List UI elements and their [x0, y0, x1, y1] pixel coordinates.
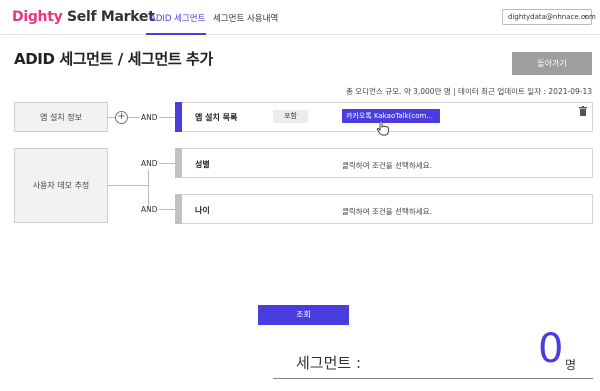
condition-row-age[interactable]: 나이 클릭하여 조건을 선택하세요.: [175, 194, 593, 224]
nav-adid-segment[interactable]: ADID 세그먼트: [150, 12, 205, 24]
query-button[interactable]: 조회: [258, 305, 349, 325]
user-account-select[interactable]: dightydata@nhnace.com ▾: [502, 9, 592, 25]
condition-hint: 클릭하여 조건을 선택하세요.: [342, 206, 432, 217]
chevron-down-icon: ▾: [583, 13, 587, 21]
top-header: Dighty Self Market ADID 세그먼트 세그먼트 사용내역 d…: [0, 0, 600, 35]
and-label: AND: [141, 113, 158, 122]
logo-text: Self Market: [62, 9, 154, 25]
include-toggle[interactable]: 포함: [273, 110, 308, 123]
back-button[interactable]: 돌아가기: [512, 52, 592, 75]
audience-summary: 총 오디언스 규모. 약 3,000만 명 | 데이터 최근 업데이트 일자 :…: [346, 86, 592, 97]
condition-name: 나이: [195, 205, 210, 216]
connector-line: [148, 170, 149, 210]
connector-line: [108, 185, 148, 186]
row-marker: [175, 102, 182, 132]
row-marker: [175, 194, 182, 224]
connector-line: [159, 209, 175, 210]
group-label: 사용자 데모 추정: [33, 180, 90, 191]
connector-line: [159, 117, 175, 118]
page-title: ADID 세그먼트 / 세그먼트 추가: [14, 48, 213, 69]
connector-line: [108, 117, 115, 118]
selected-app-chip[interactable]: 카카오톡 KakaoTalk(com...: [342, 109, 440, 123]
trash-icon[interactable]: [579, 106, 587, 116]
segment-divider: [273, 378, 593, 379]
and-label: AND: [141, 159, 158, 168]
hand-cursor-icon: [376, 120, 390, 136]
nav-segment-usage[interactable]: 세그먼트 사용내역: [213, 12, 278, 24]
plus-circle-icon[interactable]: +: [115, 111, 128, 124]
group-label: 앱 설치 정보: [40, 112, 82, 123]
logo-brand: Dighty: [12, 9, 62, 25]
condition-hint: 클릭하여 조건을 선택하세요.: [342, 160, 432, 171]
condition-name: 성별: [195, 159, 210, 170]
active-tab-indicator: [146, 33, 206, 35]
row-marker: [175, 148, 182, 178]
segment-unit: 명: [565, 356, 576, 373]
segment-count: 0: [538, 329, 563, 369]
connector-line: [128, 117, 140, 118]
condition-name: 앱 설치 목록: [195, 112, 237, 123]
app-logo[interactable]: Dighty Self Market: [12, 9, 154, 25]
group-user-demo[interactable]: 사용자 데모 추정: [14, 148, 108, 223]
connector-line: [159, 163, 175, 164]
group-app-install[interactable]: 앱 설치 정보: [14, 102, 108, 132]
condition-row-gender[interactable]: 성별 클릭하여 조건을 선택하세요.: [175, 148, 593, 178]
segment-label: 세그먼트 :: [296, 352, 361, 373]
and-label: AND: [141, 205, 158, 214]
